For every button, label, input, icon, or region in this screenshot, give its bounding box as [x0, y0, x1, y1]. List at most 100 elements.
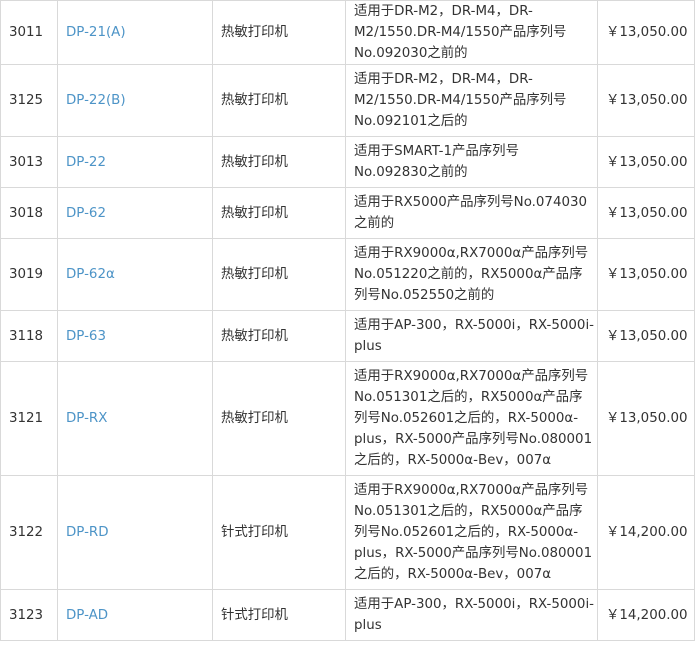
model-link[interactable]: DP-22(B) [66, 93, 126, 108]
printer-type: 热敏打印机 [221, 154, 288, 170]
price: ￥13,050.00 [606, 93, 688, 108]
price: ￥14,200.00 [606, 525, 688, 540]
printer-type: 热敏打印机 [221, 205, 288, 221]
description-line: No.051220之前的，RX5000α产品序 [354, 267, 583, 282]
description-cell: 适用于RX9000α,RX7000α产品序列号 No.051301之后的，RX5… [345, 475, 598, 590]
description-line: 之后的，RX-5000α-Bev，007α [354, 453, 552, 468]
description-line: plus，RX-5000产品序列号No.080001 [354, 546, 593, 561]
description-line: 列号No.052601之后的，RX-5000α- [354, 411, 579, 426]
price: ￥13,050.00 [606, 267, 688, 282]
product-code-cell: 3019 [0, 238, 58, 311]
description-cell: 适用于AP-300，RX-5000i，RX-5000i- plus [345, 310, 598, 362]
model-link[interactable]: DP-63 [66, 329, 106, 344]
printer-type-cell: 热敏打印机 [212, 361, 346, 476]
description-cell: 适用于DR-M2，DR-M4，DR- M2/1550.DR-M4/1550产品序… [345, 64, 598, 137]
description-cell: 适用于RX5000产品序列号No.074030 之前的 [345, 187, 598, 239]
description-line: 适用于AP-300，RX-5000i，RX-5000i- [354, 597, 594, 612]
description-cell: 适用于RX9000α,RX7000α产品序列号 No.051301之后的，RX5… [345, 361, 598, 476]
product-code: 3018 [9, 205, 44, 221]
table-row: 3118 DP-63 热敏打印机 适用于AP-300，RX-5000i，RX-5… [0, 310, 695, 362]
price-cell: ￥13,050.00 [597, 310, 695, 362]
product-code-cell: 3125 [0, 64, 58, 137]
price-cell: ￥14,200.00 [597, 589, 695, 641]
description-cell: 适用于DR-M2，DR-M4，DR- M2/1550.DR-M4/1550产品序… [345, 0, 598, 65]
table-row: 3121 DP-RX 热敏打印机 适用于RX9000α,RX7000α产品序列号… [0, 361, 695, 476]
product-code-cell: 3118 [0, 310, 58, 362]
description-cell: 适用于SMART-1产品序列号 No.092830之前的 [345, 136, 598, 188]
description-line: M2/1550.DR-M4/1550产品序列号 [354, 25, 567, 40]
description-line: 适用于DR-M2，DR-M4，DR- [354, 4, 533, 19]
table-row: 3013 DP-22 热敏打印机 适用于SMART-1产品序列号 No.0928… [0, 136, 695, 188]
description-line: M2/1550.DR-M4/1550产品序列号 [354, 93, 567, 108]
model-link[interactable]: DP-21(A) [66, 25, 126, 40]
description-line: 适用于SMART-1产品序列号 [354, 144, 519, 159]
model-cell: DP-AD [57, 589, 213, 641]
description-line: 适用于AP-300，RX-5000i，RX-5000i- [354, 318, 594, 333]
printer-type-cell: 热敏打印机 [212, 64, 346, 137]
printer-type-cell: 热敏打印机 [212, 136, 346, 188]
product-code: 3019 [9, 267, 44, 282]
printer-type-cell: 针式打印机 [212, 475, 346, 590]
description-line: 适用于RX9000α,RX7000α产品序列号 [354, 483, 589, 498]
price: ￥13,050.00 [606, 328, 688, 344]
printer-type-cell: 热敏打印机 [212, 238, 346, 311]
price-cell: ￥13,050.00 [597, 361, 695, 476]
product-code: 3122 [9, 525, 44, 540]
table-row: 3125 DP-22(B) 热敏打印机 适用于DR-M2，DR-M4，DR- M… [0, 64, 695, 137]
product-code-cell: 3018 [0, 187, 58, 239]
product-code-cell: 3011 [0, 0, 58, 65]
printer-type: 热敏打印机 [221, 328, 288, 344]
description-cell: 适用于RX9000α,RX7000α产品序列号 No.051220之前的，RX5… [345, 238, 598, 311]
product-code-cell: 3122 [0, 475, 58, 590]
description-line: 适用于RX9000α,RX7000α产品序列号 [354, 246, 589, 261]
product-table-body: 3011 DP-21(A) 热敏打印机 适用于DR-M2，DR-M4，DR- M… [0, 0, 695, 641]
description-line: plus [354, 339, 382, 354]
product-code: 3123 [9, 607, 44, 623]
model-link[interactable]: DP-RD [66, 525, 109, 540]
price-cell: ￥13,050.00 [597, 0, 695, 65]
product-code: 3121 [9, 411, 44, 426]
table-row: 3011 DP-21(A) 热敏打印机 适用于DR-M2，DR-M4，DR- M… [0, 0, 695, 65]
product-code-cell: 3121 [0, 361, 58, 476]
model-cell: DP-62α [57, 238, 213, 311]
price: ￥13,050.00 [606, 205, 688, 221]
description-line: 列号No.052601之后的，RX-5000α- [354, 525, 579, 540]
model-cell: DP-22 [57, 136, 213, 188]
table-row: 3019 DP-62α 热敏打印机 适用于RX9000α,RX7000α产品序列… [0, 238, 695, 311]
printer-type: 热敏打印机 [221, 93, 288, 108]
printer-type-cell: 热敏打印机 [212, 0, 346, 65]
printer-type-cell: 针式打印机 [212, 589, 346, 641]
printer-type: 热敏打印机 [221, 411, 288, 426]
model-link[interactable]: DP-RX [66, 411, 107, 426]
description-cell: 适用于AP-300，RX-5000i，RX-5000i- plus [345, 589, 598, 641]
description-line: 之后的，RX-5000α-Bev，007α [354, 567, 552, 582]
table-row: 3123 DP-AD 针式打印机 适用于AP-300，RX-5000i，RX-5… [0, 589, 695, 641]
description-line: No.092030之前的 [354, 46, 468, 61]
table-row: 3122 DP-RD 针式打印机 适用于RX9000α,RX7000α产品序列号… [0, 475, 695, 590]
price-cell: ￥13,050.00 [597, 136, 695, 188]
model-link[interactable]: DP-62α [66, 267, 115, 282]
description-line: No.092830之前的 [354, 165, 468, 180]
description-line: plus [354, 618, 382, 633]
model-cell: DP-RD [57, 475, 213, 590]
model-cell: DP-62 [57, 187, 213, 239]
price: ￥14,200.00 [606, 607, 688, 623]
product-code: 3013 [9, 154, 44, 170]
printer-type-cell: 热敏打印机 [212, 310, 346, 362]
model-cell: DP-63 [57, 310, 213, 362]
product-code: 3011 [9, 25, 44, 40]
description-line: 适用于RX9000α,RX7000α产品序列号 [354, 369, 589, 384]
price-cell: ￥13,050.00 [597, 187, 695, 239]
model-link[interactable]: DP-22 [66, 155, 106, 170]
model-link[interactable]: DP-62 [66, 206, 106, 221]
description-line: 之前的 [354, 216, 395, 231]
model-link[interactable]: DP-AD [66, 608, 108, 623]
printer-type-cell: 热敏打印机 [212, 187, 346, 239]
description-line: 适用于DR-M2，DR-M4，DR- [354, 72, 533, 87]
description-line: plus，RX-5000产品序列号No.080001 [354, 432, 593, 447]
printer-type: 热敏打印机 [221, 25, 288, 40]
description-line: No.051301之后的，RX5000α产品序 [354, 390, 583, 405]
product-table: 3011 DP-21(A) 热敏打印机 适用于DR-M2，DR-M4，DR- M… [0, 0, 695, 641]
price: ￥13,050.00 [606, 154, 688, 170]
printer-type: 热敏打印机 [221, 267, 288, 282]
